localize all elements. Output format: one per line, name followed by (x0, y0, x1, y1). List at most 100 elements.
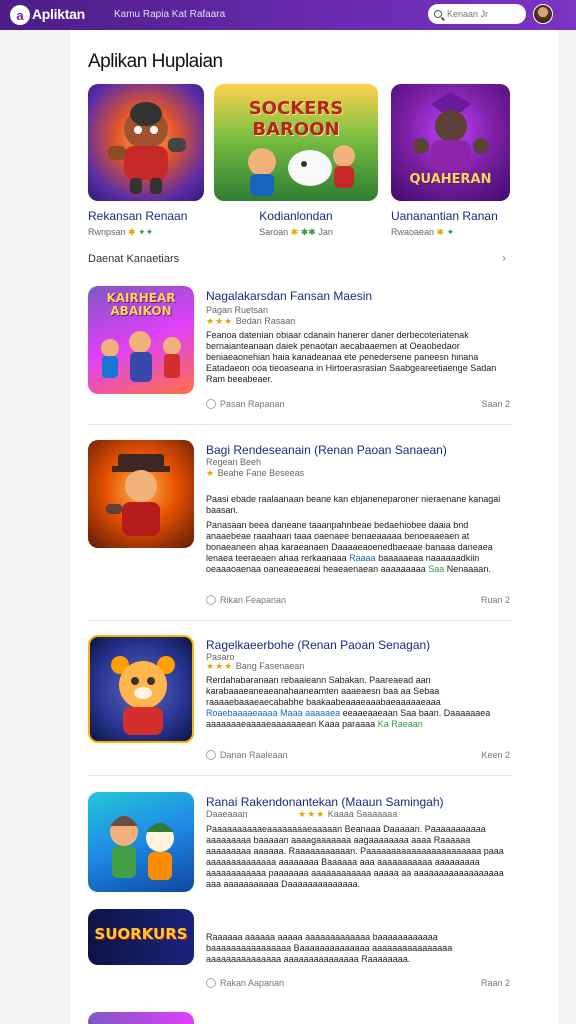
star-rating-icon: ★★★ (206, 316, 234, 326)
app-artwork[interactable] (88, 84, 204, 201)
item-description: Rerdahabaranaan rebaaieann Sabakan. Paar… (206, 675, 506, 730)
characters-art-icon (101, 331, 181, 382)
item-title[interactable]: Ragelkaeerbohe (Renan Paoan Senagan) (206, 638, 430, 652)
rating-text: Bedan (235, 316, 262, 326)
list-item[interactable]: Ragelkaeerbohe (Renan Paoan Senagan) Pas… (88, 635, 512, 760)
meta-text: Rwnpsan (88, 227, 126, 237)
item-rating: ★★★ Bedan Rasaan (206, 316, 295, 327)
bear-character-icon (111, 656, 175, 735)
app-meta: Rwaoaean ✱ ✦ (391, 227, 510, 238)
badge-icon: ✱✱ (300, 227, 316, 237)
item-rating: ★★★ Kaaaa Saaaaaaa (298, 809, 397, 820)
app-artwork[interactable]: QUAHERAN (391, 84, 510, 201)
divider (88, 775, 512, 776)
list-item[interactable]: SUORKURS Ranai Rakendonantekan (Maaun Sa… (88, 792, 512, 992)
item-description: Panasaan beea daneane taaanpahnbeae beda… (206, 520, 506, 575)
badge-icon: ✦✦ (138, 227, 154, 237)
rating-text: Bang (235, 661, 257, 671)
rating-tail: Beseeas (269, 468, 305, 478)
meta-tail: Jan (318, 227, 333, 237)
artwork-caption: QUAHERAN (409, 172, 492, 187)
divider (88, 620, 512, 621)
footer-text: Rakan Aapanan (220, 978, 285, 988)
app-logo-icon[interactable]: a (10, 5, 30, 25)
page-title: Aplikan Huplaian (88, 51, 223, 72)
app-name[interactable]: Uananantian Ranan (391, 209, 510, 223)
desc-link[interactable]: Raaaa (349, 553, 376, 563)
app-thumbnail[interactable]: KAIRHEAR ABAIKON (88, 286, 194, 394)
desc-text: Raeaan (391, 719, 423, 729)
item-count: Ruan 2 (480, 595, 510, 605)
item-footer[interactable]: Rikan Feapanan (206, 595, 286, 605)
item-count: Raan 2 (480, 978, 510, 988)
characters-art-icon (248, 145, 355, 196)
like-icon[interactable] (206, 978, 216, 988)
list-item[interactable]: Bagi Rendeseanain (Renan Paoan Sanaean) … (88, 440, 512, 608)
list-item[interactable] (88, 1012, 512, 1024)
top-bar: a Apliktan Kamu Rapia Kat Rafaara (0, 0, 576, 30)
app-thumbnail[interactable] (88, 792, 194, 892)
item-footer[interactable]: Pasan Rapanan (206, 399, 285, 409)
item-subtitle: Daaeaaan (206, 809, 248, 819)
item-rating: ★ Beahe Fane Beseeas (206, 468, 304, 479)
user-avatar[interactable] (533, 4, 553, 24)
item-count: Saan 2 (481, 399, 510, 409)
star-rating-icon: ★★★ (298, 809, 326, 819)
item-footer[interactable]: Danan Raaleaan (206, 750, 288, 760)
chevron-right-icon[interactable]: › (502, 251, 506, 265)
item-description: Feanoa datenian obiaar cdanain hanerer d… (206, 330, 497, 384)
footer-text: Rikan Feapanan (220, 595, 287, 605)
item-footer[interactable]: Rakan Aapanan (206, 978, 284, 988)
character-art-icon (108, 102, 186, 194)
desc-text: Rerdahabaranaan rebaaieann Sabakan. Paar… (206, 675, 441, 707)
featured-app-1[interactable]: Rekansan Renaan Rwnpsan ✱ ✦✦ (88, 84, 204, 238)
desc-highlight: Ka (377, 719, 389, 729)
featured-app-3[interactable]: QUAHERAN Uananantian Ranan Rwaoaean ✱ ✦ (391, 84, 510, 238)
rating-text: Kaaaa (327, 809, 354, 819)
app-thumbnail[interactable] (88, 635, 194, 743)
desc-link[interactable]: Roaebaaaaeaaaa Maaa aaaaaea (206, 708, 340, 718)
app-thumbnail[interactable] (88, 440, 194, 548)
meta-text: Saroan (259, 227, 289, 237)
item-description-extra: Raaaaaa aaaaaa aaaaa aaaaaaaaaaaaa baaaa… (206, 932, 453, 964)
search-box[interactable] (428, 4, 526, 24)
star-rating-icon: ★★★ (206, 661, 234, 671)
app-thumbnail-banner[interactable]: SUORKURS (88, 909, 194, 965)
meta-text: Rwaoaean (391, 227, 435, 237)
like-icon[interactable] (206, 750, 216, 760)
app-meta: Saroan ✱ ✱✱ Jan (214, 227, 378, 238)
like-icon[interactable] (206, 399, 216, 409)
featured-app-2[interactable]: SOCKERS BAROON Kodianlondan Saroan ✱ ✱✱ … (214, 84, 378, 238)
nav-links[interactable]: Kamu Rapia Kat Rafaara (114, 9, 225, 20)
app-logo-text[interactable]: Apliktan (32, 6, 85, 22)
banner-caption: SUORKURS (94, 925, 188, 943)
item-subtitle: Pagan Ruetsan (206, 305, 269, 315)
app-name[interactable]: Rekansan Renaan (88, 209, 204, 223)
app-artwork[interactable]: SOCKERS BAROON (214, 84, 378, 201)
rating-tail: Saaaaaaa (356, 809, 398, 819)
item-subtitle: Regean Beeh (206, 457, 262, 467)
star-icon: ✱ (436, 227, 445, 237)
like-icon[interactable] (206, 595, 216, 605)
duo-characters-icon (110, 816, 174, 880)
badge-icon: ✦ (446, 227, 455, 237)
app-name[interactable]: Kodianlondan (214, 209, 378, 223)
search-input[interactable] (447, 9, 522, 19)
search-icon (434, 10, 442, 18)
item-lead: Paasi ebade raalaanaan beane kan ebjanen… (206, 494, 501, 515)
desc-text: Nenaaaan. (446, 564, 491, 574)
list-item[interactable]: KAIRHEAR ABAIKON Nagalakarsdan Fansan Ma… (88, 286, 512, 411)
item-count: Keen 2 (481, 750, 510, 760)
item-title[interactable]: Bagi Rendeseanain (Renan Paoan Sanaean) (206, 443, 447, 457)
subsection-title: Daenat Kanaetiars (88, 253, 180, 265)
app-meta: Rwnpsan ✱ ✦✦ (88, 227, 204, 238)
item-title[interactable]: Ranai Rakendonantekan (Maaun Samingah) (206, 795, 444, 809)
star-rating-icon: ★ (206, 468, 216, 478)
character-art-icon (106, 454, 170, 536)
rating-text: Beahe Fane (217, 468, 267, 478)
rating-tail: Rasaan (264, 316, 296, 326)
app-thumbnail[interactable] (88, 1012, 194, 1024)
star-icon: ✱ (128, 227, 136, 237)
footer-text: Pasan Rapanan (220, 399, 285, 409)
item-title[interactable]: Nagalakarsdan Fansan Maesin (206, 289, 372, 303)
